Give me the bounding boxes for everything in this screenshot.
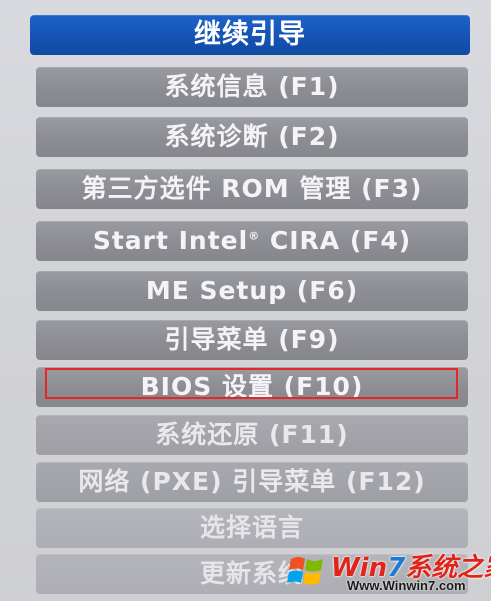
registered-trademark-mark: ® bbox=[248, 229, 261, 243]
menu-item-me-setup[interactable]: ME Setup (F6) bbox=[36, 271, 468, 311]
menu-item-system-recovery[interactable]: 系统还原 (F11) bbox=[36, 415, 468, 455]
menu-item-start-intel-cira[interactable]: Start Intel® CIRA (F4) bbox=[36, 221, 468, 261]
windows-flag-icon bbox=[287, 557, 323, 585]
menu-item-select-language[interactable]: 选择语言 bbox=[36, 508, 468, 548]
menu-item-continue-boot[interactable]: 继续引导 bbox=[30, 15, 470, 55]
menu-item-option-rom-management[interactable]: 第三方选件 ROM 管理 (F3) bbox=[36, 169, 468, 209]
menu-item-label-post: CIRA (F4) bbox=[260, 226, 412, 255]
menu-item-system-diagnostics[interactable]: 系统诊断 (F2) bbox=[36, 117, 468, 157]
menu-item-network-pxe-boot[interactable]: 网络 (PXE) 引导菜单 (F12) bbox=[36, 462, 468, 502]
menu-item-system-information[interactable]: 系统信息 (F1) bbox=[36, 67, 468, 107]
menu-item-bios-setup[interactable]: BIOS 设置 (F10) bbox=[36, 367, 468, 407]
bios-screen: 继续引导 系统信息 (F1) 系统诊断 (F2) 第三方选件 ROM 管理 (F… bbox=[0, 0, 491, 601]
menu-item-boot-menu[interactable]: 引导菜单 (F9) bbox=[36, 320, 468, 360]
watermark-url: Www.Winwin7.com bbox=[347, 578, 466, 593]
menu-item-label-pre: Start Intel bbox=[92, 226, 249, 255]
site-watermark: Win7系统之家 Www.Winwin7.com bbox=[287, 545, 491, 599]
